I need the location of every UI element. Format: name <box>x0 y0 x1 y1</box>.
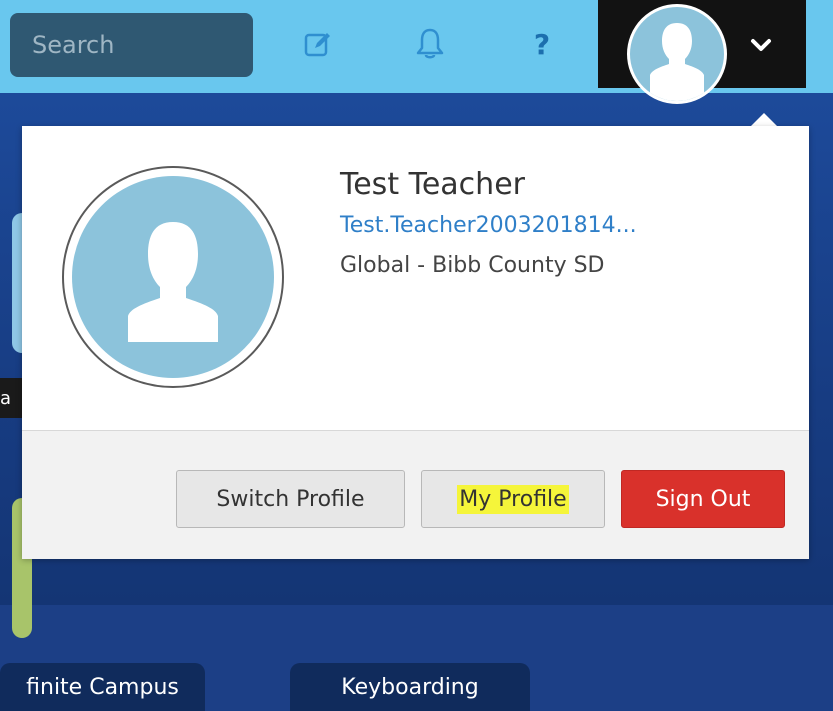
sign-out-label: Sign Out <box>655 486 751 512</box>
search-input[interactable] <box>10 13 253 77</box>
user-avatar-icon[interactable] <box>627 4 727 104</box>
my-profile-button[interactable]: My Profile <box>421 470 605 528</box>
my-profile-label: My Profile <box>457 484 569 514</box>
bell-icon[interactable] <box>410 24 450 64</box>
profile-avatar <box>62 166 284 388</box>
profile-name: Test Teacher <box>340 167 525 202</box>
edit-icon[interactable] <box>298 24 338 64</box>
switch-profile-button[interactable]: Switch Profile <box>176 470 405 528</box>
sign-out-button[interactable]: Sign Out <box>621 470 785 528</box>
profile-avatar-icon <box>72 176 274 378</box>
app-tile-keyboarding[interactable]: Keyboarding <box>290 663 530 711</box>
profile-email-link[interactable]: Test.Teacher2003201814... <box>340 213 637 238</box>
help-icon[interactable]: ? <box>522 24 562 64</box>
strip-text: a <box>0 388 12 409</box>
chevron-down-icon[interactable] <box>748 32 774 58</box>
profile-organization: Global - Bibb County SD <box>340 253 605 278</box>
app-tile-infinite-campus[interactable]: finite Campus <box>0 663 205 711</box>
switch-profile-label: Switch Profile <box>216 486 365 512</box>
